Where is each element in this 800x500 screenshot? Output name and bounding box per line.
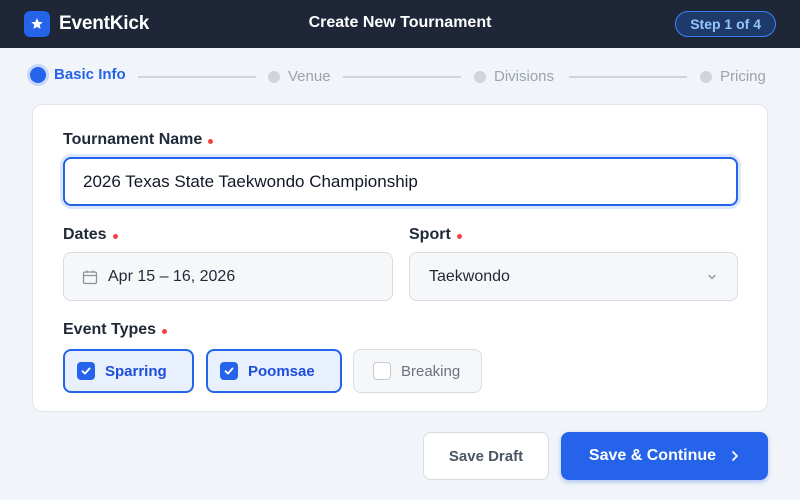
step-divisions[interactable]: Divisions <box>474 68 554 85</box>
app-header: EventKick Create New Tournament Step 1 o… <box>0 0 800 48</box>
chevron-down-icon <box>707 272 717 282</box>
checkbox-checked-icon <box>77 362 95 380</box>
required-indicator <box>162 329 168 334</box>
required-indicator <box>456 234 462 239</box>
event-type-sparring[interactable]: Sparring <box>63 349 194 393</box>
label-text: Tournament Name <box>63 131 203 148</box>
step-dot <box>268 70 280 83</box>
save-draft-button[interactable]: Save Draft <box>423 432 549 480</box>
sport-select[interactable]: Taekwondo <box>409 252 738 301</box>
step-connector <box>138 76 256 78</box>
form-card: Tournament Name 2026 Texas State Taekwon… <box>32 104 768 412</box>
step-connector <box>569 76 687 78</box>
checkbox-unchecked-icon <box>373 362 391 380</box>
step-dot <box>474 70 486 83</box>
event-type-breaking[interactable]: Breaking <box>353 349 482 393</box>
step-label: Pricing <box>720 68 766 85</box>
tournament-name-input[interactable]: 2026 Texas State Taekwondo Championship <box>63 157 738 206</box>
progress-stepper: Basic Info Venue Divisions Pricing <box>30 66 770 88</box>
tournament-name-label: Tournament Name <box>63 131 214 149</box>
event-type-poomsae[interactable]: Poomsae <box>206 349 342 393</box>
checkbox-checked-icon <box>220 362 238 380</box>
step-label: Venue <box>288 68 331 85</box>
sport-label: Sport <box>409 226 462 244</box>
event-types-label: Event Types <box>63 321 168 339</box>
step-label: Divisions <box>494 68 555 85</box>
step-pricing[interactable]: Pricing <box>700 68 766 85</box>
checkbox-label: Poomsae <box>248 362 315 380</box>
input-value: 2026 Texas State Taekwondo Championship <box>83 171 418 191</box>
select-value: Taekwondo <box>429 267 510 285</box>
dates-label: Dates <box>63 226 118 244</box>
label-text: Event Types <box>63 321 157 338</box>
step-dot <box>700 70 712 83</box>
step-label: Basic Info <box>54 66 126 83</box>
input-value: Apr 15 – 16, 2026 <box>108 267 236 285</box>
checkbox-label: Breaking <box>401 362 461 380</box>
dates-input[interactable]: Apr 15 – 16, 2026 <box>63 252 393 301</box>
step-connector <box>343 76 461 78</box>
button-label: Save & Continue <box>588 447 717 464</box>
label-text: Dates <box>63 226 107 243</box>
label-text: Sport <box>409 226 451 243</box>
required-indicator <box>112 234 118 239</box>
step-venue[interactable]: Venue <box>268 68 331 85</box>
checkbox-label: Sparring <box>105 362 167 380</box>
step-badge: Step 1 of 4 <box>675 11 776 37</box>
calendar-icon <box>82 269 98 285</box>
save-continue-button[interactable]: Save & Continue <box>561 432 768 480</box>
required-indicator <box>208 139 214 144</box>
step-dot <box>30 66 46 83</box>
chevron-right-icon <box>730 450 740 462</box>
step-basic-info[interactable]: Basic Info <box>30 66 126 83</box>
